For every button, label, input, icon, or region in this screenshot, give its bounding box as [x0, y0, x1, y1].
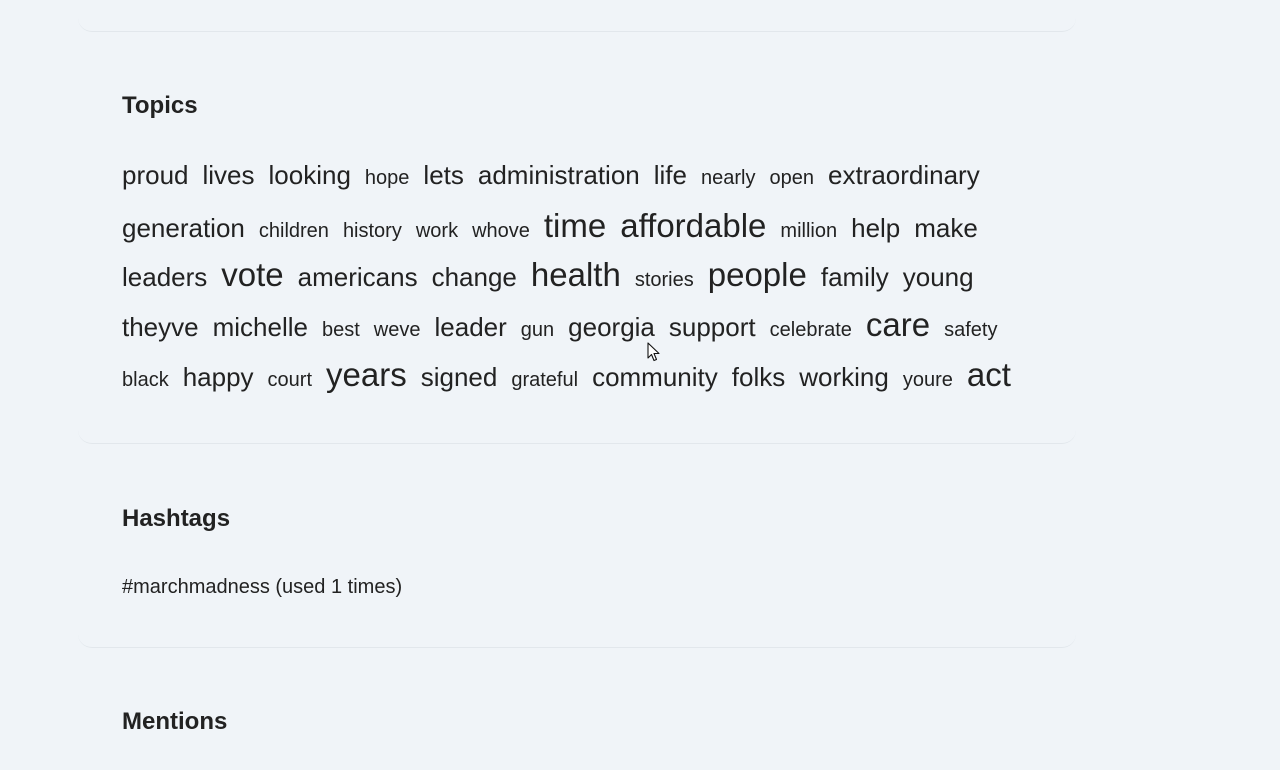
topic-word-working[interactable]: working [799, 364, 889, 390]
topic-word-health[interactable]: health [531, 258, 621, 291]
topic-word-people[interactable]: people [708, 258, 807, 291]
topic-word-life[interactable]: life [654, 162, 687, 188]
hashtags-section: Hashtags #marchmadness (used 1 times) [78, 445, 1076, 648]
topic-word-help[interactable]: help [851, 215, 900, 241]
topic-word-generation[interactable]: generation [122, 215, 245, 241]
topic-word-lives[interactable]: lives [203, 162, 255, 188]
mentions-title: Mentions [122, 708, 228, 735]
topic-word-weve[interactable]: weve [374, 320, 421, 340]
topic-word-children[interactable]: children [259, 221, 329, 241]
topic-word-grateful[interactable]: grateful [511, 370, 578, 390]
topic-word-vote[interactable]: vote [221, 258, 283, 291]
topic-word-folks[interactable]: folks [732, 364, 785, 390]
topic-word-million[interactable]: million [780, 221, 837, 241]
topic-word-work[interactable]: work [416, 221, 458, 241]
topic-word-act[interactable]: act [967, 358, 1011, 391]
topic-word-court[interactable]: court [268, 370, 312, 390]
topic-word-make[interactable]: make [914, 215, 978, 241]
topic-word-family[interactable]: family [821, 264, 889, 290]
topic-word-lets[interactable]: lets [423, 162, 463, 188]
topic-row: proud lives looking hope lets administration l… [122, 162, 1022, 209]
topic-word-celebrate[interactable]: celebrate [770, 320, 852, 340]
topic-word-young[interactable]: young [903, 264, 974, 290]
topic-word-support[interactable]: support [669, 314, 756, 340]
topic-word-michelle[interactable]: michelle [213, 314, 308, 340]
topic-word-history[interactable]: history [343, 221, 402, 241]
topic-word-best[interactable]: best [322, 320, 360, 340]
topic-word-black[interactable]: black [122, 370, 169, 390]
topic-word-georgia[interactable]: georgia [568, 314, 655, 340]
topic-word-happy[interactable]: happy [183, 364, 254, 390]
topic-word-care[interactable]: care [866, 308, 930, 341]
topic-word-theyve[interactable]: theyve [122, 314, 199, 340]
topic-row: generation children history work whove time af… [122, 209, 1022, 258]
topics-section: Topics proud lives looking hope lets administ… [78, 32, 1076, 444]
hashtags-title: Hashtags [122, 505, 231, 532]
topic-word-years[interactable]: years [326, 358, 407, 391]
topic-word-americans[interactable]: americans [298, 264, 418, 290]
topic-row: black happy court years signed grateful commun… [122, 358, 1022, 408]
topic-word-change[interactable]: change [432, 264, 517, 290]
topic-word-gun[interactable]: gun [521, 320, 554, 340]
topic-word-open[interactable]: open [769, 168, 814, 188]
topic-word-youre[interactable]: youre [903, 370, 953, 390]
hashtag-item: #marchmadness (used 1 times) [122, 576, 403, 598]
mouse-pointer-icon [647, 342, 660, 362]
topic-word-leader[interactable]: leader [435, 314, 507, 340]
topic-word-administration[interactable]: administration [478, 162, 640, 188]
topic-word-whove[interactable]: whove [472, 221, 530, 241]
topics-title: Topics [122, 92, 198, 119]
mentions-section: Mentions [78, 650, 1076, 770]
topic-row: theyve michelle best weve leader gun georgia su… [122, 308, 1022, 358]
topic-row: leaders vote americans change health stories p… [122, 258, 1022, 308]
topic-word-hope[interactable]: hope [365, 168, 410, 188]
previous-section-card [78, 0, 1076, 32]
topic-word-looking[interactable]: looking [269, 162, 351, 188]
topic-word-affordable[interactable]: affordable [620, 209, 766, 242]
topic-word-leaders[interactable]: leaders [122, 264, 207, 290]
topic-word-safety[interactable]: safety [944, 320, 997, 340]
topic-word-proud[interactable]: proud [122, 162, 189, 188]
topic-word-time[interactable]: time [544, 209, 606, 242]
topic-word-nearly[interactable]: nearly [701, 168, 755, 188]
topic-word-signed[interactable]: signed [421, 364, 498, 390]
topic-word-community[interactable]: community [592, 364, 718, 390]
topic-word-cloud: proud lives looking hope lets administration l… [122, 162, 1022, 408]
topic-word-stories[interactable]: stories [635, 270, 694, 290]
topic-word-extraordinary[interactable]: extraordinary [828, 162, 980, 188]
